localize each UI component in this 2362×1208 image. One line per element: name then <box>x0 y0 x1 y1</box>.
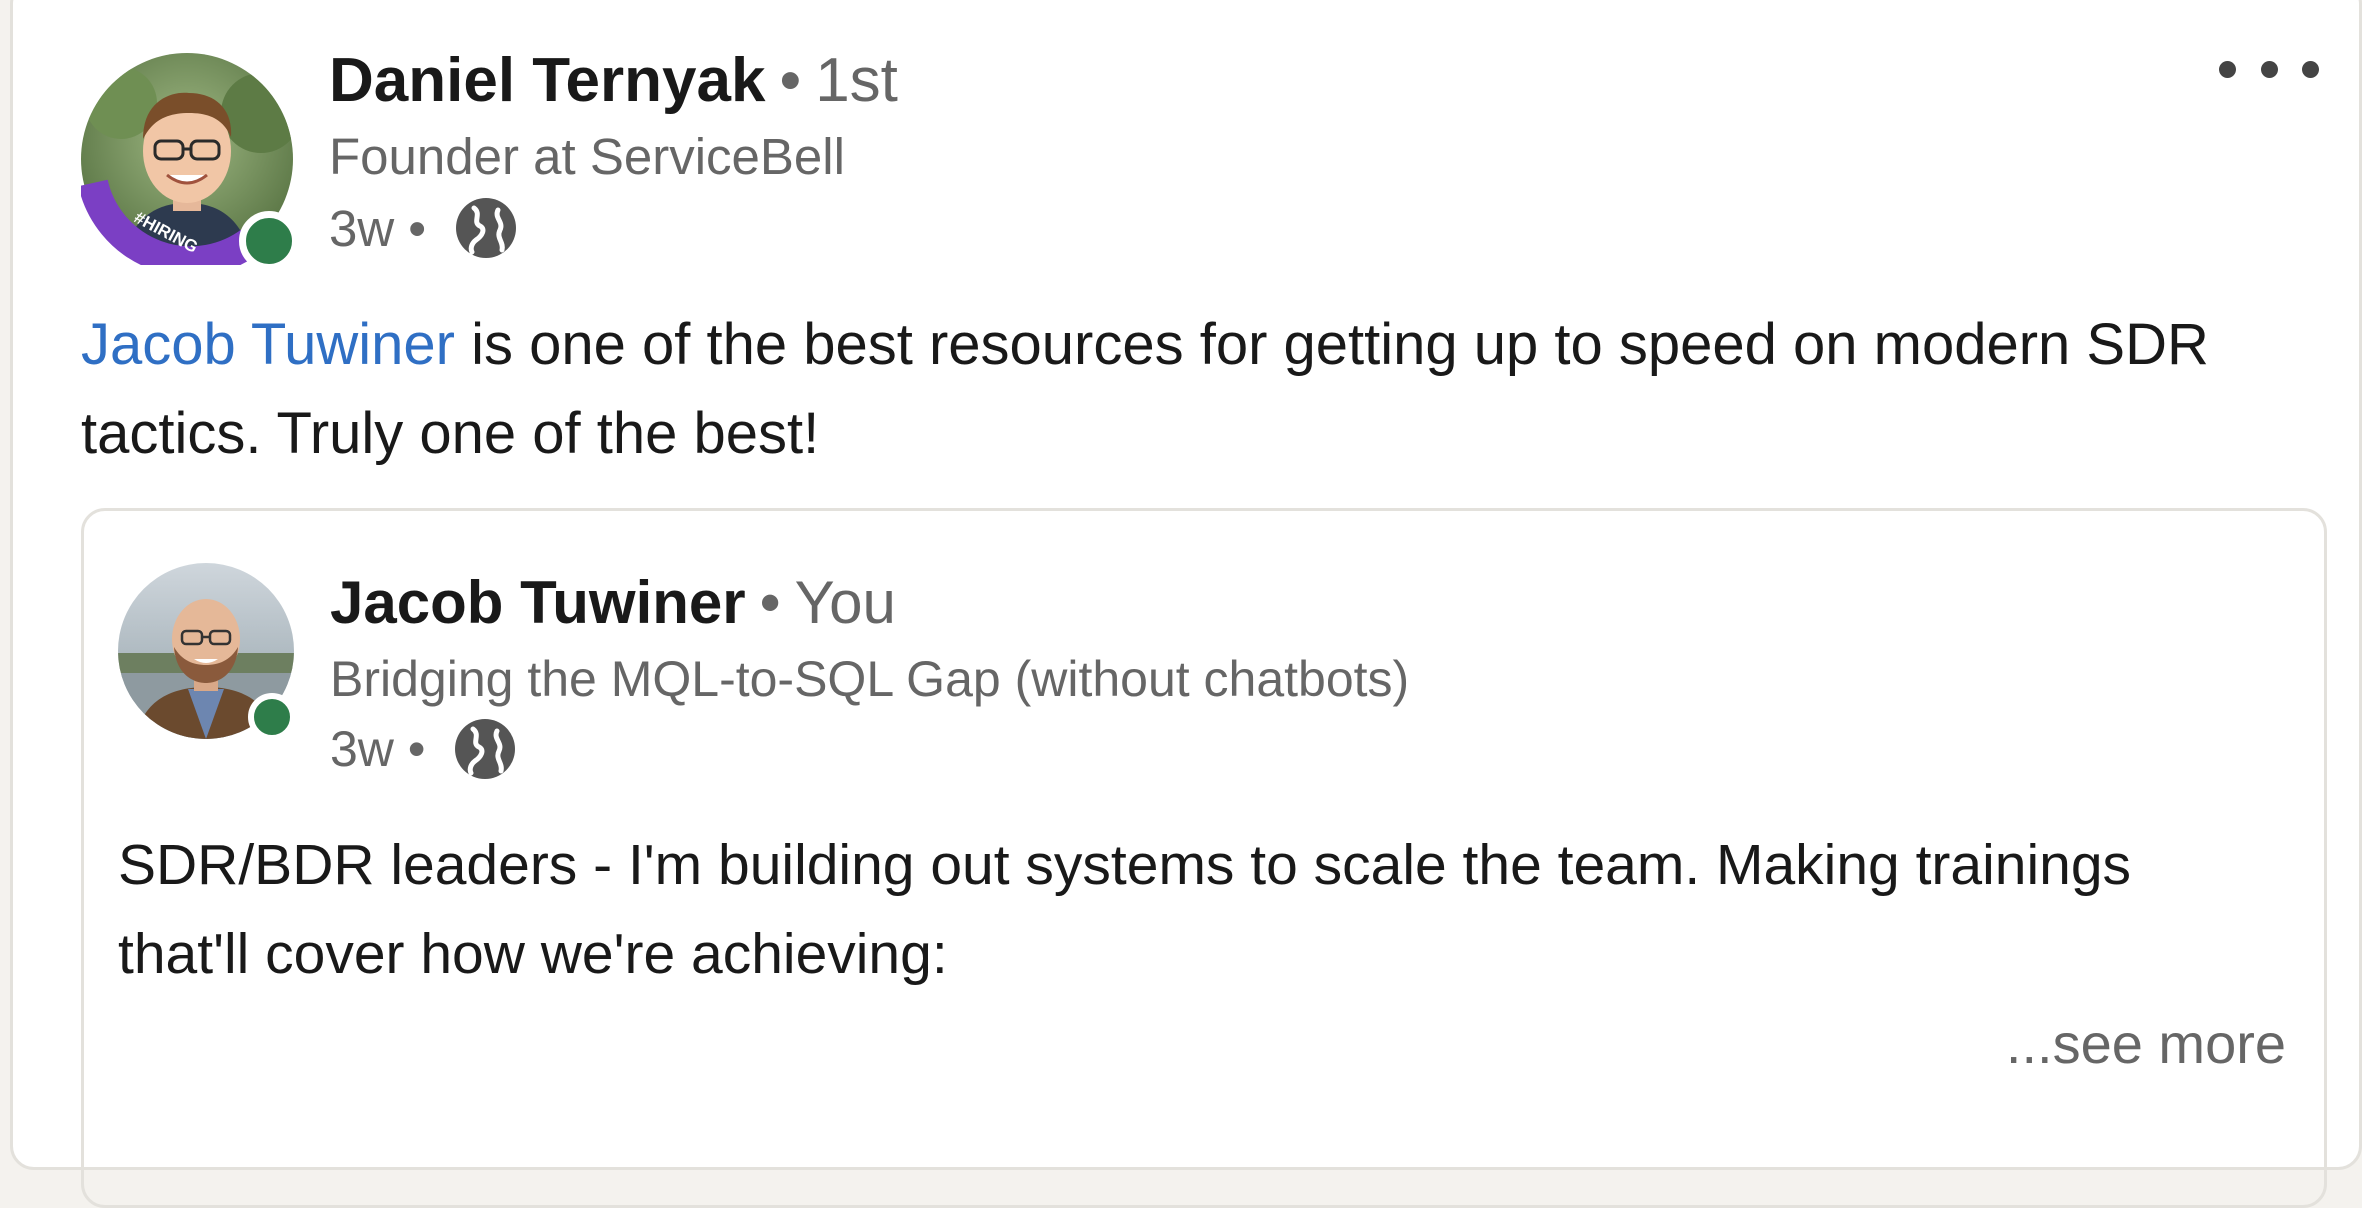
globe-icon <box>455 719 516 779</box>
post-meta: 3w • <box>329 195 518 261</box>
author-avatar[interactable]: #HIRING <box>81 53 299 271</box>
shared-post-text: SDR/BDR leaders - I'm building out syste… <box>118 833 2132 986</box>
shared-author-avatar[interactable] <box>118 563 296 741</box>
shared-meta-separator: • <box>407 721 426 777</box>
more-options-button[interactable] <box>2219 49 2319 89</box>
shared-online-status-indicator <box>248 693 296 741</box>
shared-author-name[interactable]: Jacob Tuwiner <box>330 569 746 636</box>
see-more-link[interactable]: ...see more <box>2006 1011 2286 1076</box>
shared-post-meta: 3w • <box>330 716 517 782</box>
shared-post[interactable]: Jacob Tuwiner • You Bridging the MQL-to-SQ… <box>81 508 2327 1208</box>
author-headline: Founder at ServiceBell <box>329 128 845 185</box>
meta-separator: • <box>408 199 427 257</box>
online-status-indicator <box>239 211 299 271</box>
shared-author-relation: You <box>794 569 896 636</box>
author-name-line: Daniel Ternyak • 1st <box>329 43 898 119</box>
shared-author-headline: Bridging the MQL-to-SQL Gap (without cha… <box>330 651 1410 707</box>
author-name[interactable]: Daniel Ternyak <box>329 46 765 115</box>
shared-author-name-line: Jacob Tuwiner • You <box>330 566 896 640</box>
more-horizontal-icon <box>2219 60 2236 78</box>
mention-link[interactable]: Jacob Tuwiner <box>81 312 455 377</box>
connection-degree: 1st <box>815 46 898 115</box>
post-text: Jacob Tuwiner is one of the best resourc… <box>81 300 2321 478</box>
feed-post-card: #HIRING Daniel Ternyak • 1st Founder at Se… <box>10 0 2362 1208</box>
globe-icon <box>456 198 517 258</box>
author-separator: • <box>779 46 802 115</box>
shared-author-separator: • <box>759 569 781 636</box>
post-time: 3w <box>329 199 395 257</box>
shared-post-time: 3w <box>330 721 394 777</box>
